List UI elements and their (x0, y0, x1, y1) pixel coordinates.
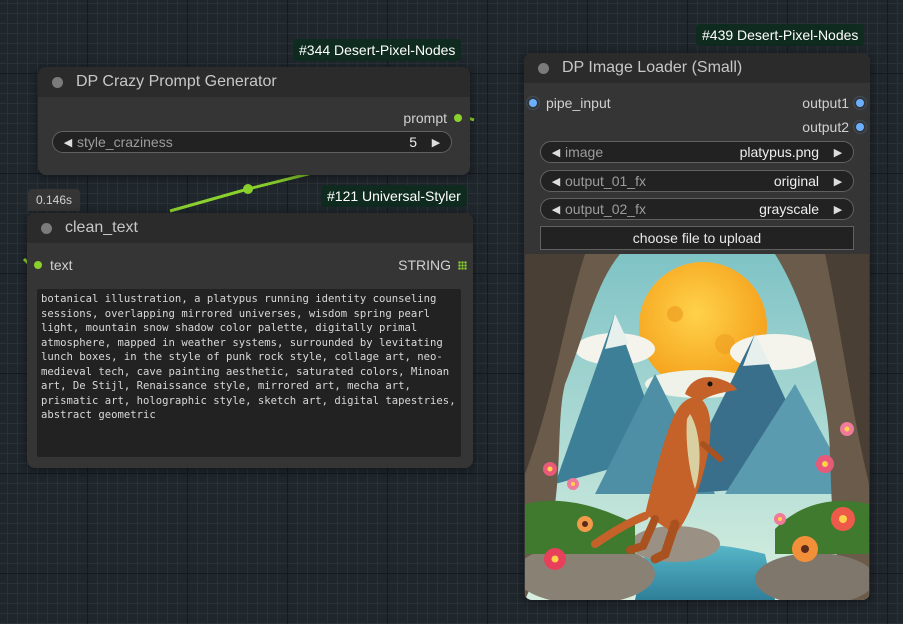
image-select-widget[interactable]: ◀ image platypus.png ▶ (540, 141, 854, 163)
prompt-to-text-link[interactable] (169, 171, 313, 213)
widget-value: 5 (409, 134, 417, 150)
choose-file-button[interactable]: choose file to upload (540, 226, 854, 250)
output2-socket[interactable]: output2 (802, 119, 864, 135)
input-socket-icon[interactable] (34, 261, 42, 269)
output-label: prompt (403, 110, 447, 126)
collapse-dot-icon[interactable] (41, 222, 52, 234)
image-loader-node[interactable]: DP Image Loader (Small) pipe_input outpu… (524, 53, 870, 600)
text-output-area[interactable]: botanical illustration, a platypus runni… (37, 289, 461, 457)
prompt-output[interactable]: prompt (403, 110, 462, 126)
collapse-dot-icon[interactable] (52, 76, 63, 88)
input-label: text (50, 257, 73, 273)
increment-arrow-icon[interactable]: ▶ (831, 146, 845, 159)
decrement-arrow-icon[interactable]: ◀ (61, 136, 75, 149)
node-title: DP Image Loader (Small) (562, 59, 743, 76)
output-label: output2 (802, 119, 849, 135)
node-canvas[interactable]: #344 Desert-Pixel-Nodes DP Crazy Prompt … (0, 0, 903, 624)
increment-arrow-icon[interactable]: ▶ (831, 203, 845, 216)
output-socket-icon[interactable] (454, 114, 462, 122)
node-id-badge: #344 Desert-Pixel-Nodes (293, 39, 462, 61)
widget-value: platypus.png (739, 144, 819, 160)
output-socket-icon[interactable] (856, 123, 864, 131)
text-input[interactable]: text (34, 257, 73, 273)
output-type-label: STRING (398, 257, 451, 273)
input-label: pipe_input (546, 95, 611, 111)
style-craziness-widget[interactable]: ◀ style_craziness 5 ▶ (52, 131, 452, 153)
widget-label: output_02_fx (565, 201, 646, 217)
increment-arrow-icon[interactable]: ▶ (429, 136, 443, 149)
node-id-badge: #121 Universal-Styler (321, 185, 467, 207)
output-socket-icon[interactable] (856, 99, 864, 107)
increment-arrow-icon[interactable]: ▶ (831, 175, 845, 188)
decrement-arrow-icon[interactable]: ◀ (549, 203, 563, 216)
execution-time: 0.146s (28, 189, 81, 211)
string-output[interactable]: STRING (398, 257, 467, 273)
output1-socket[interactable]: output1 (802, 95, 864, 111)
output-label: output1 (802, 95, 849, 111)
node-id-badge: #439 Desert-Pixel-Nodes (696, 24, 865, 46)
crazy-prompt-generator-node[interactable]: DP Crazy Prompt Generator prompt ◀ style… (38, 67, 470, 175)
widget-label: style_craziness (77, 134, 173, 150)
collapse-dot-icon[interactable] (538, 62, 549, 74)
clean-text-node[interactable]: clean_text text STRING botanical illustr… (27, 213, 473, 468)
widget-value: original (773, 173, 819, 189)
node-title-bar[interactable]: DP Image Loader (Small) (524, 53, 870, 83)
link-midpoint-handle[interactable] (243, 184, 253, 194)
decrement-arrow-icon[interactable]: ◀ (549, 175, 563, 188)
output-02-fx-widget[interactable]: ◀ output_02_fx grayscale ▶ (540, 198, 854, 220)
platypus-painting-image (525, 254, 869, 600)
input-socket-icon[interactable] (529, 99, 537, 107)
node-title-bar[interactable]: DP Crazy Prompt Generator (38, 67, 470, 97)
grid-socket-icon[interactable] (458, 260, 467, 270)
node-title: DP Crazy Prompt Generator (76, 73, 277, 90)
output-01-fx-widget[interactable]: ◀ output_01_fx original ▶ (540, 170, 854, 192)
widget-label: image (565, 144, 604, 160)
node-title-bar[interactable]: clean_text (27, 213, 473, 243)
decrement-arrow-icon[interactable]: ◀ (549, 146, 563, 159)
widget-label: output_01_fx (565, 173, 646, 189)
node-title: clean_text (65, 219, 138, 236)
widget-value: grayscale (759, 201, 819, 217)
pipe-input[interactable]: pipe_input (529, 95, 611, 111)
